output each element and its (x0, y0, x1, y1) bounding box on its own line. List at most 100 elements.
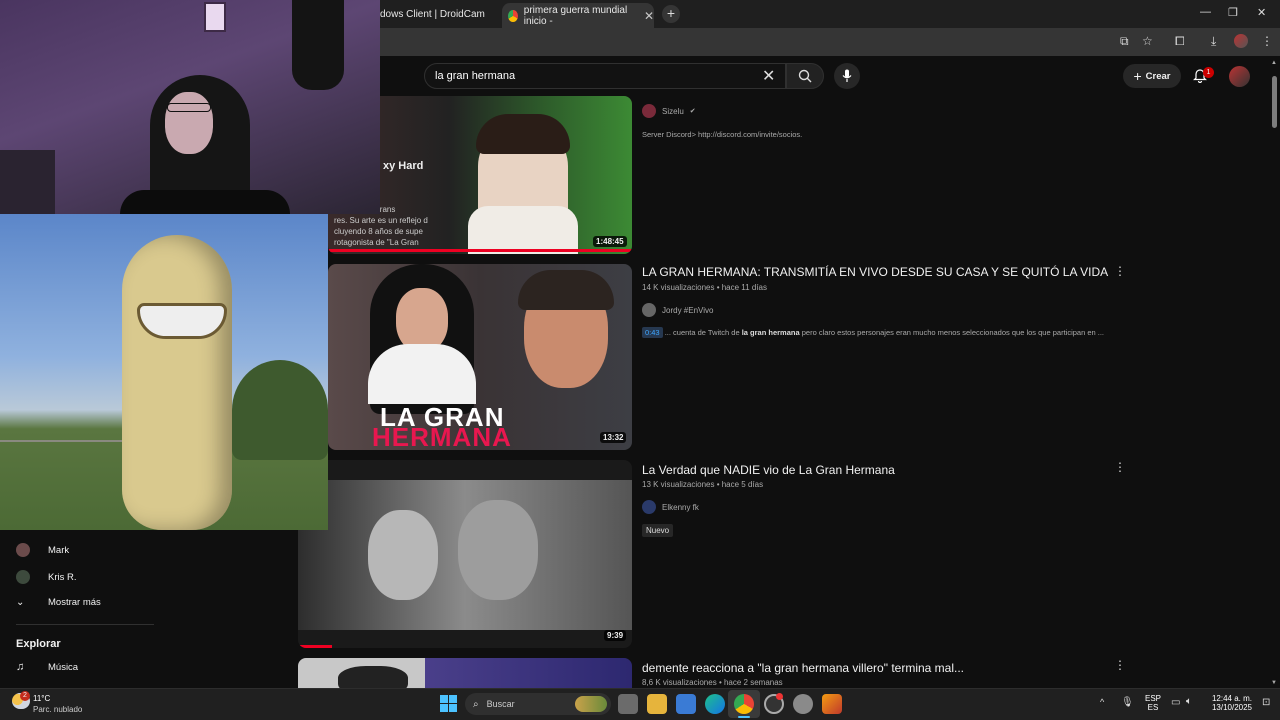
more-actions-icon[interactable]: ⋮ (1114, 460, 1126, 474)
thumbnail-title-line2: HERMANA (372, 422, 512, 450)
download-icon[interactable]: ⤓ (1211, 34, 1216, 49)
view-count: 8,6 K visualizaciones (642, 678, 717, 687)
search-icon (798, 69, 812, 83)
microphone-icon[interactable]: 🎙︎ (1121, 697, 1134, 708)
tab-label: dows Client | DroidCam (380, 8, 485, 20)
video-thumbnail[interactable]: 9:39 (298, 460, 632, 648)
weather-temp[interactable]: 11°C (33, 694, 50, 703)
avatar (16, 543, 30, 557)
bookmark-star-icon[interactable]: ☆ (1142, 34, 1153, 48)
create-label: Crear (1145, 70, 1171, 82)
edge-icon[interactable] (705, 694, 725, 714)
taskbar-search[interactable]: ⌕ Buscar (465, 693, 611, 715)
page-scrollbar[interactable] (1270, 56, 1280, 688)
new-tab-button[interactable]: + (662, 5, 680, 23)
video-meta: 13 K visualizaciones • hace 5 días (642, 480, 764, 489)
file-explorer-icon[interactable] (647, 694, 667, 714)
task-view-icon[interactable] (618, 694, 638, 714)
sidebar-item-label: Mostrar más (48, 597, 101, 608)
sidebar-sub-kris[interactable]: Kris R. (16, 570, 77, 584)
thumbnail-hair (476, 114, 570, 154)
sidebar-section-heading: Explorar (16, 638, 61, 650)
channel-link[interactable]: Jordy #EnVivo (642, 303, 713, 317)
search-input[interactable]: la gran hermana (424, 63, 786, 89)
sidebar-item-music[interactable]: ♫ Música (16, 661, 78, 673)
video-duration: 13:32 (600, 432, 627, 443)
close-window-button[interactable]: ✕ (1257, 6, 1266, 19)
channel-link[interactable]: Sizelu ✔ (642, 104, 696, 118)
video-title[interactable]: demente reacciona a "la gran hermana vil… (642, 661, 964, 675)
browser-menu-icon[interactable]: ⋮ (1261, 34, 1273, 48)
video-title[interactable]: La Verdad que NADIE vio de La Gran Herma… (642, 463, 895, 477)
show-hidden-icons[interactable]: ^ (1100, 697, 1104, 707)
channel-link[interactable]: Elkenny fk (642, 500, 699, 514)
video-thumbnail[interactable]: LA GRAN HERMANA 13:32 (328, 264, 632, 450)
sidebar-sub-mark[interactable]: Mark (16, 543, 69, 557)
cast-icon[interactable]: ⧉ (1120, 34, 1129, 49)
wall-poster (204, 2, 226, 32)
clear-search-icon[interactable]: ✕ (762, 66, 775, 86)
view-count: 14 K visualizaciones (642, 283, 715, 292)
tab-droidcam[interactable]: dows Client | DroidCam ✕ (380, 4, 519, 24)
create-button[interactable]: + Crear (1123, 64, 1181, 88)
scroll-down-icon[interactable]: ▼ (1271, 680, 1277, 686)
peanut-statue (122, 235, 232, 530)
fl-studio-icon[interactable] (822, 694, 842, 714)
sidebar-item-label: Mark (48, 544, 70, 556)
scroll-up-icon[interactable]: ▲ (1271, 60, 1277, 66)
channel-avatar (642, 303, 656, 317)
notification-center-icon[interactable]: ⊡ (1262, 697, 1270, 708)
minimize-button[interactable]: — (1200, 6, 1211, 18)
watch-progress-bar (298, 645, 332, 648)
settings-gear-icon[interactable] (793, 694, 813, 714)
profile-avatar[interactable] (1234, 34, 1248, 48)
keyboard-code: ES (1147, 703, 1159, 712)
chrome-icon[interactable] (734, 694, 754, 714)
thumbnail-shirt (468, 206, 578, 254)
search-button[interactable] (786, 63, 824, 89)
search-icon: ⌕ (473, 698, 479, 710)
chapter-timestamp[interactable]: 0:43 (642, 327, 663, 338)
weather-desc[interactable]: Parc. nublado (33, 705, 82, 714)
sidebar-item-label: Música (48, 661, 79, 673)
scrollbar-thumb[interactable] (1272, 76, 1277, 128)
thumbnail-veil (368, 344, 476, 404)
video-duration: 1:48:45 (593, 236, 627, 247)
peanut-grin (137, 303, 227, 339)
clock[interactable]: 12:44 a. m. 13/10/2025 (1204, 694, 1252, 712)
close-tab-icon[interactable]: ✕ (644, 9, 654, 23)
more-actions-icon[interactable]: ⋮ (1114, 264, 1126, 278)
video-thumbnail[interactable] (298, 658, 632, 688)
verified-icon: ✔ (689, 108, 696, 115)
more-actions-icon[interactable]: ⋮ (1114, 658, 1126, 672)
voice-search-button[interactable] (834, 63, 860, 89)
desc-highlight: la gran hermana (741, 328, 800, 337)
background-object (0, 150, 55, 214)
store-icon[interactable] (676, 694, 696, 714)
desc-text: pero claro estos personajes eran mucho m… (799, 328, 1105, 337)
maximize-button[interactable]: ❐ (1228, 6, 1238, 19)
sidebar-show-more[interactable]: ⌄ Mostrar más (16, 597, 101, 608)
video-description: Server Discord> http://discord.com/invit… (642, 130, 803, 139)
thumbnail-face (368, 510, 438, 600)
thumbnail-hair (518, 270, 614, 310)
notification-count-badge: 1 (1203, 67, 1214, 78)
video-title[interactable]: LA GRAN HERMANA: TRANSMITÍA EN VIVO DESD… (642, 265, 1108, 279)
network-icon[interactable]: ▭ (1171, 697, 1180, 708)
tab-primera-guerra[interactable]: primera guerra mundial inicio - ✕ (502, 3, 654, 28)
start-button[interactable] (440, 695, 457, 712)
windows-taskbar (0, 688, 1280, 720)
taskbar-search-placeholder: Buscar (486, 699, 515, 709)
channel-avatar (642, 500, 656, 514)
video-meta: 8,6 K visualizaciones • hace 2 semanas (642, 678, 783, 687)
upload-age: hace 11 días (721, 283, 767, 292)
channel-name: Jordy #EnVivo (662, 305, 714, 315)
thumbnail-text: xy Hard (383, 160, 424, 172)
volume-icon[interactable]: 🔈︎ (1186, 696, 1192, 707)
music-note-icon: ♫ (16, 661, 25, 673)
extensions-icon[interactable]: ⧠ (1175, 34, 1185, 49)
account-avatar[interactable] (1229, 66, 1250, 87)
language-indicator[interactable]: ESP ES (1145, 694, 1161, 712)
google-icon (508, 9, 518, 22)
tree (232, 360, 328, 460)
